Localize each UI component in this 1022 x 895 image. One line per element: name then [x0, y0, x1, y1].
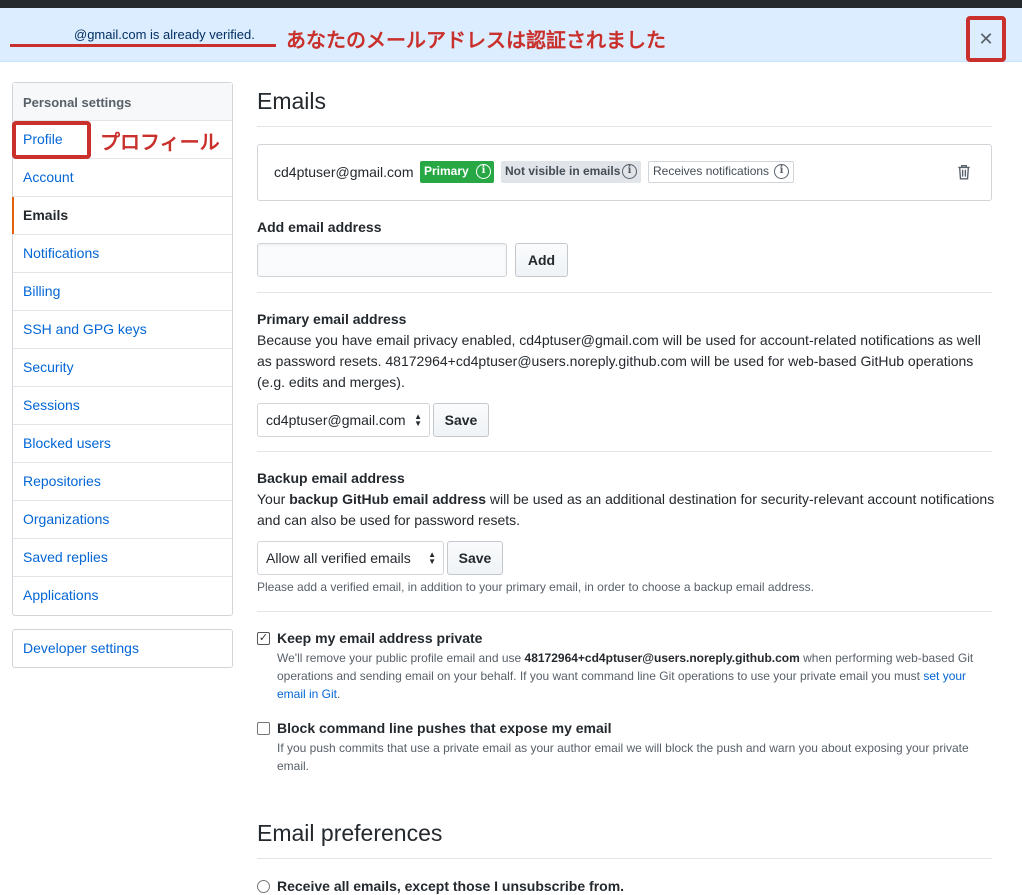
select-caret-icon: ▲ ▼	[414, 412, 422, 428]
add-email-button[interactable]: Add	[515, 243, 568, 277]
add-email-heading: Add email address	[257, 219, 382, 235]
title-divider	[257, 858, 992, 859]
flash-message: @gmail.com is already verified.	[74, 27, 255, 42]
backup-email-note: Please add a verified email, in addition…	[257, 580, 814, 594]
profile-highlight-frame	[12, 121, 91, 159]
sidebar-item-security[interactable]: Security	[13, 349, 232, 387]
block-pushes-label[interactable]: Block command line pushes that expose my…	[277, 720, 612, 736]
select-caret-icon: ▲ ▼	[428, 550, 436, 566]
keep-private-checkbox[interactable]: ✓	[257, 632, 270, 645]
trash-icon[interactable]	[957, 164, 971, 180]
section-divider	[257, 451, 992, 452]
section-divider	[257, 292, 992, 293]
primary-badge-label: Primary	[424, 164, 469, 178]
primary-email-heading: Primary email address	[257, 311, 407, 327]
primary-email-select-value: cd4ptuser@gmail.com	[266, 412, 406, 428]
sidebar-item-developer-settings[interactable]: Developer settings	[12, 629, 233, 668]
receives-notifications-label: Receives notifications	[653, 164, 770, 178]
receives-notifications-badge: Receives notifications i	[648, 161, 794, 183]
primary-email-description: Because you have email privacy enabled, …	[257, 332, 981, 390]
not-visible-badge-label: Not visible in emails	[505, 164, 621, 178]
sidebar-item-blocked-users[interactable]: Blocked users	[13, 425, 232, 463]
sidebar-item-organizations[interactable]: Organizations	[13, 501, 232, 539]
backup-email-heading: Backup email address	[257, 470, 405, 486]
info-icon[interactable]: i	[622, 164, 637, 179]
keep-private-note: We'll remove your public profile email a…	[277, 649, 977, 703]
profile-annotation: プロフィール	[100, 132, 220, 154]
sidebar-heading: Personal settings	[13, 83, 232, 121]
sidebar-item-billing[interactable]: Billing	[13, 273, 232, 311]
sidebar-item-applications[interactable]: Applications	[13, 577, 232, 615]
section-divider	[257, 611, 992, 612]
receive-all-emails-radio[interactable]	[257, 880, 270, 893]
top-header-bar	[0, 0, 1022, 8]
sidebar-item-account[interactable]: Account	[13, 159, 232, 197]
sidebar-item-emails[interactable]: Emails	[12, 197, 232, 235]
backup-email-select[interactable]: Allow all verified emails ▲ ▼	[257, 541, 444, 575]
email-preferences-title: Email preferences	[257, 820, 443, 846]
not-visible-badge: Not visible in emails i	[501, 161, 641, 183]
email-address: cd4ptuser@gmail.com	[274, 164, 414, 180]
backup-desc-bold: backup GitHub email address	[289, 491, 487, 507]
sidebar-item-sessions[interactable]: Sessions	[13, 387, 232, 425]
primary-badge: Primary i	[420, 161, 494, 183]
sidebar-item-repositories[interactable]: Repositories	[13, 463, 232, 501]
sidebar-item-notifications[interactable]: Notifications	[13, 235, 232, 273]
info-icon[interactable]: i	[476, 164, 491, 179]
backup-email-select-value: Allow all verified emails	[266, 550, 411, 566]
backup-email-save-button[interactable]: Save	[447, 541, 503, 575]
page-title: Emails	[257, 88, 327, 114]
keep-private-label[interactable]: Keep my email address private	[277, 630, 482, 646]
sidebar-item-ssh-gpg-keys[interactable]: SSH and GPG keys	[13, 311, 232, 349]
keep-private-note-text: .	[337, 687, 341, 701]
backup-email-description: Your backup GitHub email address will be…	[257, 489, 997, 531]
title-divider	[257, 126, 992, 127]
noreply-email: 48172964+cd4ptuser@users.noreply.github.…	[524, 651, 800, 665]
primary-email-select[interactable]: cd4ptuser@gmail.com ▲ ▼	[257, 403, 430, 437]
flash-banner: @gmail.com is already verified. あなたのメールア…	[0, 8, 1022, 62]
settings-sidebar: Personal settings Profile Account Emails…	[12, 82, 233, 616]
redaction-underline	[10, 44, 276, 47]
close-icon[interactable]: ✕	[978, 30, 993, 48]
backup-desc-text: Your	[257, 491, 290, 507]
add-email-input[interactable]	[257, 243, 507, 277]
flash-annotation: あなたのメールアドレスは認証されました	[286, 30, 666, 52]
keep-private-note-text: We'll remove your public profile email a…	[277, 651, 525, 665]
email-list-item: cd4ptuser@gmail.com Primary i Not visibl…	[257, 144, 992, 201]
block-pushes-note: If you push commits that use a private e…	[277, 741, 969, 773]
flash-close-button[interactable]: ✕	[966, 16, 1006, 62]
sidebar-item-saved-replies[interactable]: Saved replies	[13, 539, 232, 577]
block-pushes-checkbox[interactable]	[257, 722, 270, 735]
info-icon[interactable]: i	[774, 164, 789, 179]
primary-email-save-button[interactable]: Save	[433, 403, 489, 437]
receive-all-emails-label[interactable]: Receive all emails, except those I unsub…	[277, 878, 624, 894]
